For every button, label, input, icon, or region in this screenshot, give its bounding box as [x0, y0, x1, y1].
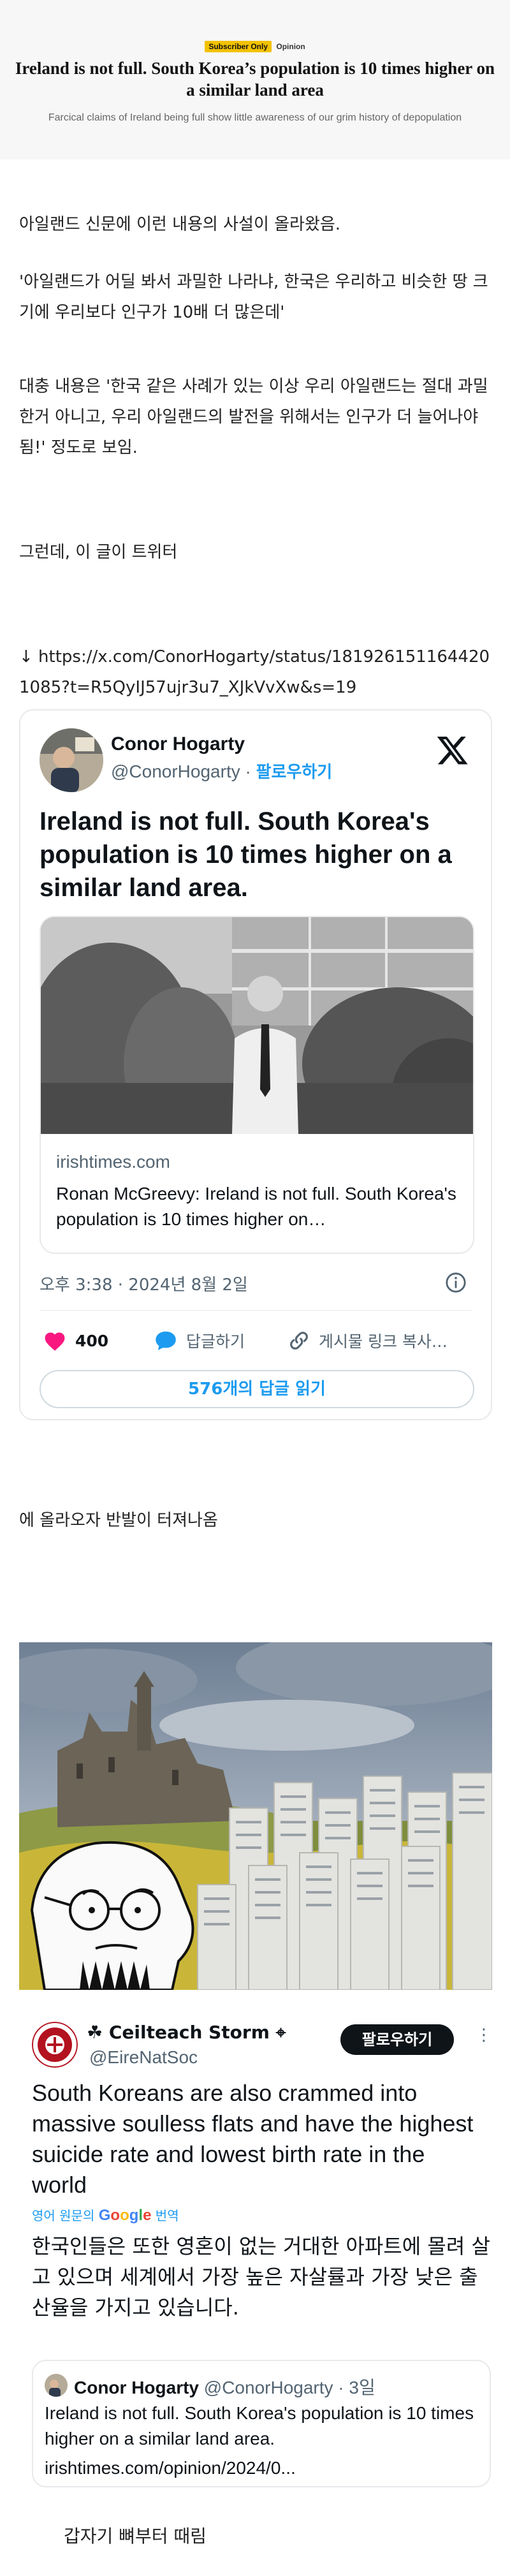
article-header: Subscriber Only Opinion Ireland is not f… — [0, 0, 510, 159]
avatar — [45, 2374, 68, 2397]
like-button[interactable]: 400 — [43, 1327, 108, 1355]
quoted-author: Conor Hogarty @ConorHogarty · 3일 — [74, 2374, 375, 2399]
reply-author-name[interactable]: ☘ Ceilteach Storm ⌖ — [87, 2022, 286, 2043]
reply-tweet[interactable]: ☘ Ceilteach Storm ⌖ @EireNatSoc 팔로우하기 ⋮ … — [19, 2003, 492, 2497]
heart-icon — [45, 1332, 65, 1351]
like-count: 400 — [75, 1331, 109, 1350]
meme-image — [19, 1642, 492, 1990]
article-tags: Subscriber Only Opinion — [0, 41, 510, 52]
quoted-link[interactable]: irishtimes.com/opinion/2024/0... — [45, 2458, 296, 2478]
paragraph-quote: '아일랜드가 어딜 봐서 과밀한 나라냐, 한국은 우리하고 비슷한 땅 크기에… — [19, 272, 488, 322]
reply-text: South Koreans are also crammed into mass… — [32, 2080, 474, 2198]
reply-label: 답글하기 — [186, 1332, 245, 1351]
tweet-actions: 400 답글하기 게시물 링크 복사… — [43, 1327, 477, 1355]
tweet-url-link[interactable]: ↓ https://x.com/ConorHogarty/status/1819… — [19, 642, 497, 703]
author-name[interactable]: Conor Hogarty — [111, 733, 245, 755]
read-replies-button[interactable]: 576개의 답글 읽기 — [40, 1370, 474, 1408]
closing-caption: 갑자기 뼈부터 때림 — [64, 2526, 207, 2547]
link-card-photo — [41, 917, 473, 1134]
quoted-age: 3일 — [349, 2378, 375, 2397]
more-options-icon[interactable]: ⋮ — [476, 2027, 492, 2043]
quoted-tweet[interactable]: Conor Hogarty @ConorHogarty · 3일 Ireland… — [32, 2360, 491, 2487]
translated-text: 한국인들은 또한 영혼이 없는 거대한 아파트에 몰려 살고 있으며 세계에서 … — [32, 2234, 490, 2320]
divider — [40, 1310, 472, 1311]
link-card-title: Ronan McGreevy: Ireland is not full. Sou… — [56, 1184, 456, 1229]
translation-attribution[interactable]: 영어 원문의 Google 번역 — [32, 2205, 179, 2225]
google-logo: Google — [98, 2207, 152, 2224]
tweet-text: Ireland is not full. South Korea's popul… — [40, 807, 452, 902]
info-icon[interactable] — [445, 1272, 467, 1293]
article-title: Ireland is not full. South Korea’s popul… — [15, 59, 495, 99]
embedded-tweet[interactable]: Conor Hogarty @ConorHogarty · 팔로우하기 Irel… — [19, 709, 492, 1420]
quoted-author-handle: @ConorHogarty — [203, 2378, 333, 2397]
follow-link[interactable]: 팔로우하기 — [256, 763, 333, 782]
link-icon — [290, 1332, 308, 1350]
section-label: Opinion — [276, 42, 305, 51]
copy-link-label: 게시물 링크 복사… — [319, 1332, 448, 1351]
paragraph-intro: 아일랜드 신문에 이런 내용의 사설이 올라왔음. — [19, 215, 341, 234]
article-subtitle: Farcical claims of Ireland being full sh… — [48, 112, 462, 123]
speech-bubble-icon — [156, 1331, 176, 1350]
paragraph-twitter: 그런데, 이 글이 트위터 — [19, 543, 178, 562]
avatar[interactable] — [32, 2022, 78, 2068]
paragraph-summary: 대충 내용은 '한국 같은 사례가 있는 이상 우리 아일랜드는 절대 과밀한거… — [19, 377, 488, 457]
avatar[interactable] — [40, 728, 103, 792]
subscriber-badge: Subscriber Only — [205, 41, 272, 52]
translate-suffix: 번역 — [151, 2208, 179, 2223]
paragraph-backlash: 에 올라오자 반발이 터져나옴 — [19, 1511, 218, 1530]
quoted-author-name: Conor Hogarty — [74, 2378, 199, 2397]
reply-author-handle[interactable]: @EireNatSoc — [89, 2047, 198, 2068]
quoted-text: Ireland is not full. South Korea's popul… — [45, 2403, 474, 2448]
handle-separator: · — [240, 762, 256, 781]
link-card-domain: irishtimes.com — [56, 1152, 170, 1172]
copy-link-button[interactable]: 게시물 링크 복사… — [288, 1327, 448, 1355]
quoted-separator: · — [333, 2378, 349, 2397]
x-logo-icon[interactable] — [436, 733, 469, 767]
author-handle[interactable]: @ConorHogarty — [111, 762, 240, 781]
translate-prefix: 영어 원문의 — [32, 2208, 99, 2223]
follow-button[interactable]: 팔로우하기 — [340, 2024, 454, 2055]
reply-button[interactable]: 답글하기 — [154, 1327, 245, 1355]
link-card[interactable]: irishtimes.com Ronan McGreevy: Ireland i… — [40, 916, 474, 1254]
tweet-timestamp[interactable]: 오후 3:38 · 2024년 8월 2일 — [40, 1272, 248, 1295]
author-handle-row: @ConorHogarty · 팔로우하기 — [111, 759, 332, 783]
